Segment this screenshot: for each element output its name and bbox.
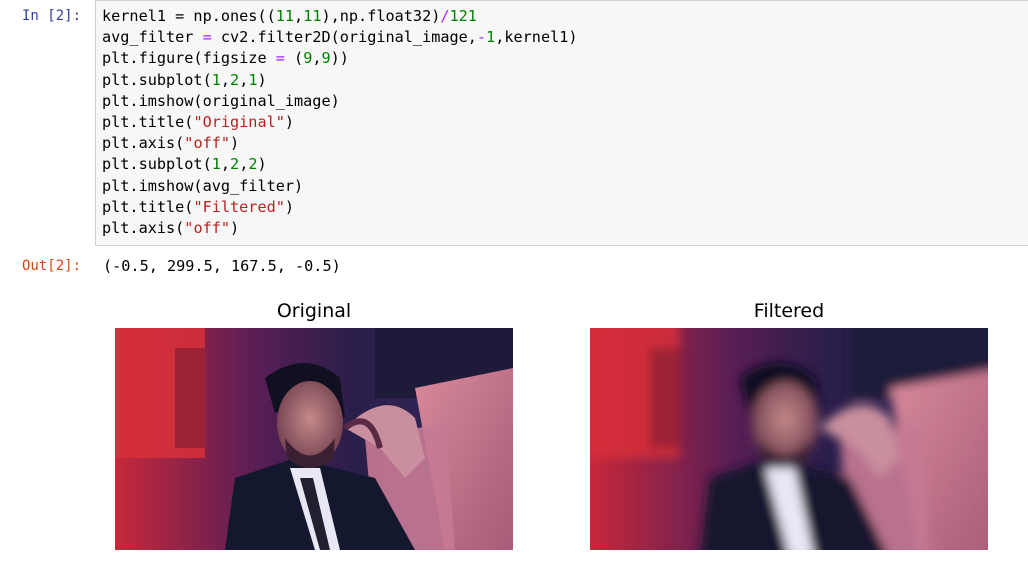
code-token: ,kernel1) [495,28,578,47]
code-token: = [275,49,285,68]
code-token: cv2.filter2D(original_image, [211,28,477,47]
code-token: plt.subplot( [102,70,212,89]
code-cell[interactable]: kernel1 = np.ones((11,11),np.float32)/12… [95,0,1028,246]
code-token: ) [257,70,267,89]
subplot-title-filtered: Filtered [753,300,825,322]
code-token: - [476,28,487,47]
code-token: "off" [184,134,231,153]
code-editor[interactable]: kernel1 = np.ones((11,11),np.float32)/12… [102,6,578,239]
code-token: ) [284,197,295,216]
code-token: plt.imshow(avg_filter) [102,176,304,195]
out-prompt: Out[2]: [22,258,82,274]
code-token: kernel1 = np.ones(( [102,7,276,25]
code-token: , [220,70,231,89]
code-token: 121 [449,7,477,25]
code-token: , [239,70,249,89]
code-line: plt.imshow(original_image) [102,91,578,112]
code-token: "Filtered" [193,197,285,216]
code-token: ( [284,49,304,68]
code-token: plt.figure(figsize [102,49,276,68]
code-token: ),np.float32) [321,7,441,25]
filtered-image [590,328,988,550]
code-token: ) [230,219,240,238]
code-line: plt.axis("off") [102,218,578,239]
code-token: plt.title( [102,113,194,132]
code-token: plt.axis( [102,134,185,153]
output-text: (-0.5, 299.5, 167.5, -0.5) [103,257,341,275]
code-line: avg_filter = cv2.filter2D(original_image… [102,27,578,48]
code-token: plt.axis( [102,219,185,238]
code-token: "Original" [193,113,285,132]
code-line: plt.title("Original") [102,112,578,133]
code-token: 9 [303,49,313,68]
code-token: , [220,155,231,174]
code-line: plt.axis("off") [102,133,578,154]
code-token: 1 [486,28,496,47]
code-token: 2 [248,155,258,174]
code-token: avg_filter [102,28,203,47]
original-image [115,328,513,550]
code-token: plt.imshow(original_image) [102,91,340,110]
in-prompt: In [2]: [22,8,82,24]
code-token: 1 [211,70,221,89]
code-token: "off" [184,219,231,238]
code-token: , [312,49,322,68]
code-token: 1 [211,155,221,174]
code-line: plt.subplot(1,2,2) [102,154,578,175]
code-token: ) [257,155,267,174]
code-token: 2 [230,70,240,89]
code-token: 1 [248,70,258,89]
code-token: plt.subplot( [102,155,212,174]
code-token: ) [284,113,295,132]
code-token: 11 [303,7,322,25]
code-line: plt.title("Filtered") [102,197,578,218]
code-token: 2 [230,155,240,174]
code-token: 9 [321,49,331,68]
code-line: kernel1 = np.ones((11,11),np.float32)/12… [102,6,578,27]
code-token: 11 [275,7,295,25]
code-line: plt.subplot(1,2,1) [102,70,578,91]
code-token: ) [230,134,240,153]
code-line: plt.figure(figsize = (9,9)) [102,48,578,69]
code-token: , [239,155,249,174]
code-token: )) [330,49,349,68]
code-token: plt.title( [102,197,194,216]
subplot-title-original: Original [276,300,352,322]
code-token: , [294,7,304,25]
code-token: / [440,7,450,25]
code-line: plt.imshow(avg_filter) [102,176,578,197]
code-token: = [202,28,212,47]
